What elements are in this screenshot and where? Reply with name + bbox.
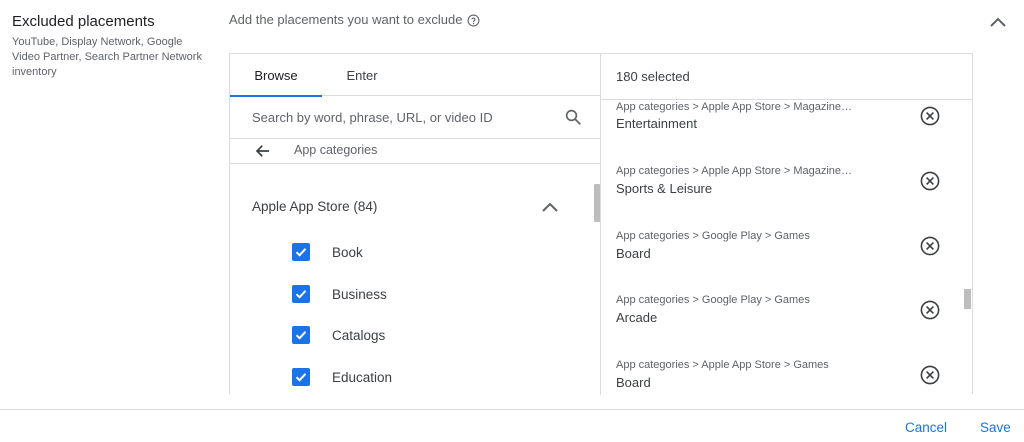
category-item-business[interactable]: Business <box>292 284 387 304</box>
selected-item-name: Arcade <box>616 310 658 325</box>
checkbox-checked[interactable] <box>292 243 310 261</box>
category-item-book[interactable]: Book <box>292 242 363 262</box>
chevron-up-icon[interactable] <box>541 200 559 214</box>
section-header: Excluded placements YouTube, Display Net… <box>12 12 212 80</box>
selected-count: 180 selected <box>601 54 972 100</box>
group-header-apple-app-store[interactable]: Apple App Store (84) <box>252 199 377 214</box>
arrow-back-icon[interactable] <box>254 142 272 160</box>
remove-circle-icon[interactable] <box>920 106 940 126</box>
selected-item-name: Board <box>616 246 651 261</box>
selected-list: App categories > Apple App Store > Magaz… <box>601 100 972 395</box>
selected-item-name: Sports & Leisure <box>616 181 713 196</box>
category-tree: Apple App Store (84) Book Business Catal… <box>230 164 600 394</box>
tab-browse[interactable]: Browse <box>230 54 322 97</box>
breadcrumb-label: App categories <box>294 143 378 157</box>
selected-item: App categories > Apple App Store > Magaz… <box>601 98 972 162</box>
checkbox-checked[interactable] <box>292 368 310 386</box>
remove-circle-icon[interactable] <box>920 171 940 191</box>
collapse-section-button[interactable] <box>986 12 1010 32</box>
chevron-up-icon <box>990 17 1006 27</box>
checkbox-checked[interactable] <box>292 326 310 344</box>
help-circle-icon[interactable] <box>467 14 480 27</box>
selected-item: App categories > Google Play > Games Boa… <box>601 227 972 291</box>
prompt: Add the placements you want to exclude <box>229 11 480 29</box>
category-label: Education <box>332 369 393 385</box>
section-description: YouTube, Display Network, Google Video P… <box>12 36 202 78</box>
placement-picker: Browse Enter App categories Apple App St… <box>229 53 973 395</box>
selected-item: App categories > Apple App Store > Magaz… <box>601 162 972 226</box>
category-label: Catalogs <box>332 327 386 343</box>
search-bar <box>230 96 600 139</box>
category-item-education[interactable]: Education <box>292 367 392 387</box>
scrollbar-thumb[interactable] <box>594 184 600 222</box>
prompt-text: Add the placements you want to exclude <box>229 12 463 27</box>
checkbox-checked[interactable] <box>292 285 310 303</box>
selected-item-path: App categories > Apple App Store > Games <box>616 359 829 371</box>
cancel-button[interactable]: Cancel <box>905 420 947 435</box>
remove-circle-icon[interactable] <box>920 236 940 256</box>
browse-pane: Browse Enter App categories Apple App St… <box>230 54 601 395</box>
footer-divider <box>0 409 1024 410</box>
selected-item-path: App categories > Apple App Store > Magaz… <box>616 101 853 113</box>
remove-circle-icon[interactable] <box>920 365 940 385</box>
check-icon <box>295 373 307 382</box>
selected-item-name: Entertainment <box>616 116 697 131</box>
check-icon <box>295 290 307 299</box>
selected-item: App categories > Apple App Store > Games… <box>601 356 972 395</box>
tab-enter[interactable]: Enter <box>322 54 402 96</box>
remove-circle-icon[interactable] <box>920 300 940 320</box>
category-item-catalogs[interactable]: Catalogs <box>292 325 385 345</box>
search-icon[interactable] <box>564 108 582 126</box>
selected-pane: 180 selected App categories > Apple App … <box>601 54 972 395</box>
breadcrumb: App categories <box>230 139 600 164</box>
selected-item-path: App categories > Google Play > Games <box>616 230 810 242</box>
tab-bar: Browse Enter <box>230 54 600 97</box>
section-title: Excluded placements <box>12 13 155 30</box>
search-input[interactable] <box>252 109 552 125</box>
save-button[interactable]: Save <box>980 420 1011 435</box>
selected-item: App categories > Google Play > Games Arc… <box>601 291 972 355</box>
selected-item-path: App categories > Google Play > Games <box>616 294 810 306</box>
category-label: Book <box>332 244 363 260</box>
selected-item-name: Board <box>616 375 651 390</box>
category-label: Business <box>332 286 387 302</box>
selected-item-path: App categories > Apple App Store > Magaz… <box>616 165 853 177</box>
check-icon <box>295 248 307 257</box>
check-icon <box>295 331 307 340</box>
